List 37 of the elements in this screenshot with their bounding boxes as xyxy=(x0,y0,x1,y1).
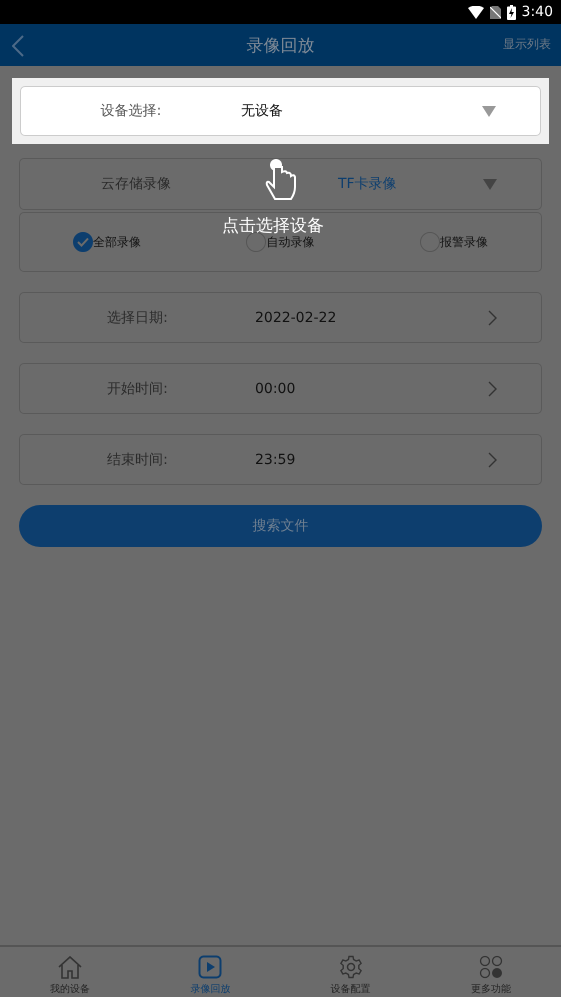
status-time: 3:40 xyxy=(522,4,553,20)
device-dropdown[interactable]: 设备选择: 无设备 xyxy=(20,86,541,136)
picker-row[interactable]: 选择日期: 2022-02-22 xyxy=(19,292,542,343)
record-type-radio[interactable]: 全部录像 xyxy=(72,232,141,252)
field-value: 00:00 xyxy=(255,380,296,396)
tab-bar-item[interactable]: 设备配置 xyxy=(280,947,421,997)
device-value: 无设备 xyxy=(241,102,284,120)
storage-tab[interactable]: TF卡录像 xyxy=(252,171,483,197)
field-label: 选择日期: xyxy=(106,308,169,326)
dropdown-triangle-icon xyxy=(483,178,497,190)
play-icon xyxy=(198,955,222,979)
tab-bar-item[interactable]: 更多功能 xyxy=(420,947,561,997)
wifi-icon xyxy=(468,6,484,18)
picker-row[interactable]: 开始时间: 00:00 xyxy=(19,363,542,414)
chevron-right-icon xyxy=(488,452,497,468)
dots-grid-icon xyxy=(478,955,503,979)
tab-bar-item[interactable]: 我的设备 xyxy=(0,947,140,997)
storage-tab[interactable]: 云存储录像 xyxy=(20,171,252,197)
field-label: 开始时间: xyxy=(106,380,169,398)
field-value: 2022-02-22 xyxy=(255,310,338,326)
show-list-link[interactable]: 显示列表 xyxy=(503,36,551,53)
back-icon[interactable] xyxy=(12,35,24,57)
picker-row[interactable]: 结束时间: 23:59 xyxy=(19,434,542,485)
field-value: 23:59 xyxy=(255,452,296,468)
gear-icon xyxy=(338,955,363,979)
field-label: 结束时间: xyxy=(106,450,169,468)
dropdown-triangle-icon xyxy=(482,106,496,116)
search-button[interactable]: 搜索文件 xyxy=(19,505,542,547)
no-sim-icon xyxy=(490,6,501,18)
device-label: 设备选择: xyxy=(100,102,162,120)
screen-title: 录像回放 xyxy=(246,34,314,56)
tab-bar-item[interactable]: 录像回放 xyxy=(140,947,280,997)
chevron-right-icon xyxy=(488,310,497,326)
chevron-right-icon xyxy=(488,380,497,396)
home-icon xyxy=(57,955,84,979)
battery-icon xyxy=(506,4,516,20)
record-type-radio[interactable]: 报警录像 xyxy=(420,232,488,252)
